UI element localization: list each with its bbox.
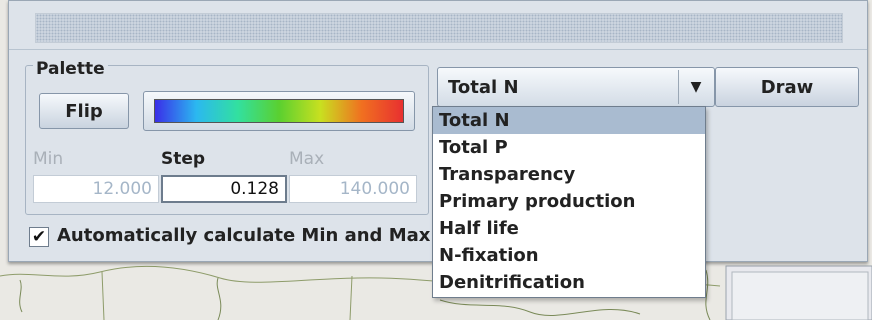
step-label: Step [161, 149, 206, 169]
chevron-down-icon[interactable]: ▼ [684, 75, 708, 99]
min-field[interactable]: 12.000 [33, 175, 159, 203]
dropdown-option[interactable]: Denitrification [433, 269, 705, 296]
draw-button[interactable]: Draw [715, 67, 859, 107]
dropdown-option[interactable]: N-fixation [433, 242, 705, 269]
step-field[interactable]: 0.128 [161, 175, 287, 203]
combo-divider [678, 70, 679, 104]
dropdown-option[interactable]: Primary production [433, 188, 705, 215]
dropdown-option[interactable]: Total N [433, 107, 705, 134]
dropdown-option[interactable]: Total P [433, 134, 705, 161]
palette-group-title: Palette [33, 59, 108, 79]
title-bar[interactable] [35, 13, 843, 43]
dropdown-option[interactable]: Transparency [433, 161, 705, 188]
title-bar-divider [9, 49, 867, 50]
max-label: Max [289, 149, 325, 169]
min-label: Min [33, 149, 64, 169]
max-field[interactable]: 140.000 [289, 175, 417, 203]
dropdown-option[interactable]: Half life [433, 215, 705, 242]
auto-calc-label: Automatically calculate Min and Max v [57, 225, 449, 246]
auto-calc-checkbox[interactable]: ✔ [29, 227, 49, 247]
palette-gradient-button[interactable] [143, 91, 415, 131]
color-gradient-bar [154, 99, 404, 123]
variable-dropdown-list: Total N Total P Transparency Primary pro… [432, 106, 706, 298]
flip-button[interactable]: Flip [39, 93, 129, 129]
variable-select-value: Total N [448, 77, 519, 98]
variable-select[interactable]: Total N ▼ [437, 67, 715, 107]
